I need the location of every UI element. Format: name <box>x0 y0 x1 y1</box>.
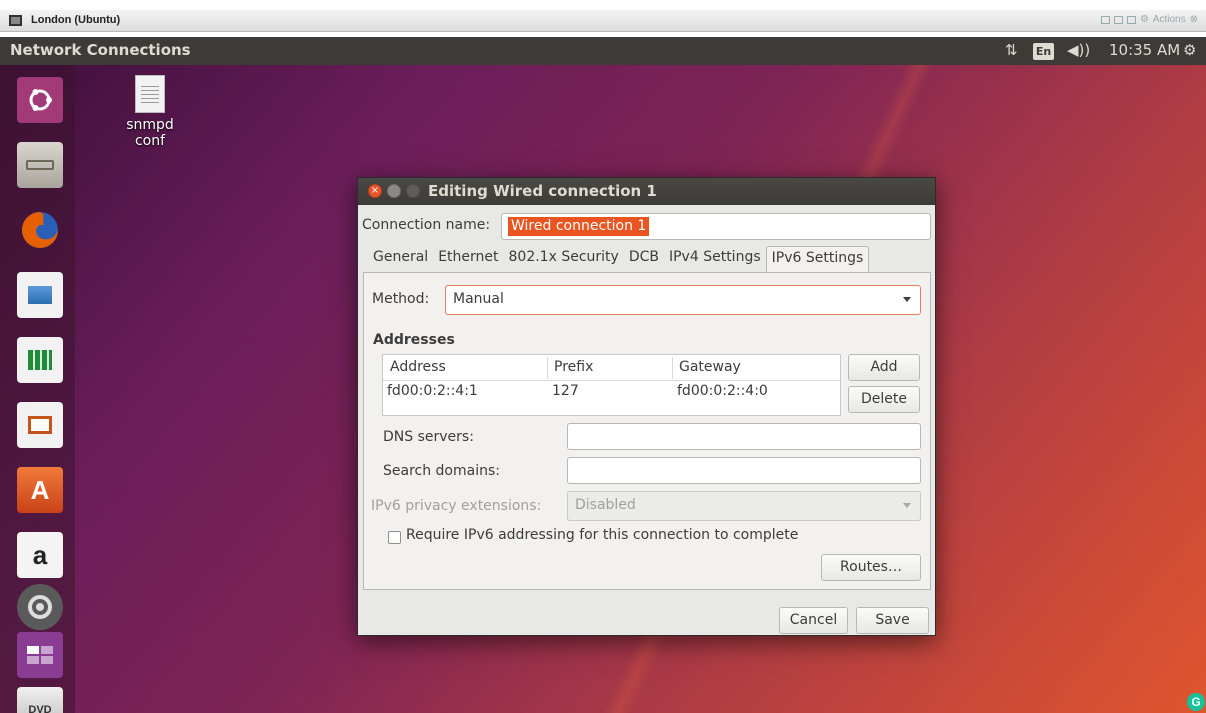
maximize-icon[interactable] <box>406 184 420 198</box>
gateway-cell[interactable]: fd00:0:2::4:0 <box>677 383 768 399</box>
delete-address-button[interactable]: Delete <box>848 386 920 413</box>
tab-ipv6-settings[interactable]: IPv6 Settings <box>765 246 870 273</box>
panel-app-title: Network Connections <box>10 41 191 59</box>
require-ipv6-label[interactable]: Require IPv6 addressing for this connect… <box>406 527 798 543</box>
dns-servers-field[interactable] <box>567 423 921 450</box>
grammarly-icon[interactable]: G <box>1187 693 1205 711</box>
search-domains-label: Search domains: <box>383 463 500 479</box>
gear-icon[interactable]: ⚙ <box>1140 14 1149 25</box>
file-cabinet-icon <box>17 142 63 188</box>
launcher-dash[interactable] <box>10 70 70 130</box>
addresses-table[interactable]: Address Prefix Gateway fd00:0:2::4:1 127… <box>382 354 841 416</box>
minimize-icon[interactable] <box>387 184 401 198</box>
volume-icon[interactable]: ◀)) <box>1067 41 1090 59</box>
tab-dcb[interactable]: DCB <box>624 246 664 273</box>
addresses-table-header: Address Prefix Gateway <box>383 355 840 381</box>
search-domains-field[interactable] <box>567 457 921 484</box>
launcher: A a DVD <box>0 65 75 713</box>
address-cell[interactable]: fd00:0:2::4:1 <box>387 383 478 399</box>
software-center-icon: A <box>17 467 63 513</box>
dns-servers-label: DNS servers: <box>383 429 474 445</box>
vm-window-icon[interactable] <box>1113 15 1123 24</box>
close-icon[interactable]: × <box>368 184 382 198</box>
libreoffice-calc-icon <box>17 337 63 383</box>
network-arrows-icon[interactable]: ⇅ <box>1005 41 1018 59</box>
launcher-workspace-switcher[interactable] <box>10 625 70 685</box>
dvd-drive-icon: DVD <box>17 687 63 713</box>
launcher-dvd[interactable]: DVD <box>10 680 70 713</box>
desktop-file-label: snmpd conf <box>126 117 174 149</box>
settings-tabs: General Ethernet 802.1x Security DCB IPv… <box>368 246 870 273</box>
chevron-down-icon <box>903 297 911 302</box>
text-file-icon <box>135 75 165 113</box>
firefox-icon <box>17 207 63 253</box>
save-button[interactable]: Save <box>856 607 929 634</box>
power-gear-icon[interactable]: ⚙ <box>1183 41 1196 59</box>
method-value: Manual <box>453 291 504 307</box>
tab-8021x-security[interactable]: 802.1x Security <box>504 246 624 273</box>
launcher-firefox[interactable] <box>10 200 70 260</box>
vm-restore-icon[interactable] <box>1100 15 1110 24</box>
vm-fullscreen-icon[interactable] <box>1126 15 1136 24</box>
routes-button[interactable]: Routes… <box>821 554 921 581</box>
connection-name-field[interactable]: Wired connection 1 <box>501 213 931 240</box>
top-panel: Network Connections ⇅ En ◀)) 10:35 AM ⚙ <box>0 37 1206 65</box>
prefix-cell[interactable]: 127 <box>552 383 579 399</box>
dialog-title: Editing Wired connection 1 <box>428 182 657 200</box>
system-settings-icon <box>17 584 63 630</box>
panel-clock[interactable]: 10:35 AM <box>1109 41 1180 59</box>
workspace-switcher-icon <box>17 632 63 678</box>
amazon-icon: a <box>17 532 63 578</box>
privacy-extensions-value: Disabled <box>575 497 636 513</box>
column-divider <box>672 357 673 379</box>
keyboard-layout-indicator[interactable]: En <box>1033 43 1054 60</box>
ubuntu-dash-icon <box>17 77 63 123</box>
column-header-gateway[interactable]: Gateway <box>679 359 741 375</box>
edit-connection-dialog: × Editing Wired connection 1 Connection … <box>357 177 936 636</box>
addresses-heading: Addresses <box>373 332 455 348</box>
column-header-prefix[interactable]: Prefix <box>554 359 593 375</box>
vm-title: London (Ubuntu) <box>31 14 121 26</box>
libreoffice-impress-icon <box>17 402 63 448</box>
launcher-amazon[interactable]: a <box>10 525 70 585</box>
vm-close-icon[interactable]: ⊗ <box>1190 14 1198 25</box>
vm-monitor-icon <box>9 15 22 26</box>
connection-name-label: Connection name: <box>362 217 491 233</box>
privacy-extensions-label: IPv6 privacy extensions: <box>371 498 542 514</box>
launcher-impress[interactable] <box>10 395 70 455</box>
vm-title-bar: London (Ubuntu) ⚙ Actions ⊗ <box>0 10 1206 32</box>
libreoffice-writer-icon <box>17 272 63 318</box>
launcher-writer[interactable] <box>10 265 70 325</box>
launcher-calc[interactable] <box>10 330 70 390</box>
tab-ethernet[interactable]: Ethernet <box>433 246 503 273</box>
add-address-button[interactable]: Add <box>848 354 920 381</box>
launcher-files[interactable] <box>10 135 70 195</box>
method-select[interactable]: Manual <box>445 285 921 315</box>
require-ipv6-checkbox[interactable] <box>388 531 401 544</box>
launcher-software-center[interactable]: A <box>10 460 70 520</box>
tab-ipv4-settings[interactable]: IPv4 Settings <box>664 246 766 273</box>
ipv6-settings-page: Method: Manual Addresses Address Prefix … <box>363 272 931 590</box>
column-header-address[interactable]: Address <box>390 359 446 375</box>
vm-controls: ⚙ Actions ⊗ <box>1100 14 1198 25</box>
vm-actions-menu[interactable]: Actions <box>1153 14 1186 25</box>
cancel-button[interactable]: Cancel <box>779 607 848 634</box>
connection-name-value: Wired connection 1 <box>508 217 650 236</box>
column-divider <box>547 357 548 379</box>
chevron-down-icon <box>903 503 911 508</box>
method-label: Method: <box>372 291 430 307</box>
desktop-file-snmpd-conf[interactable]: snmpd conf <box>110 75 190 149</box>
tab-general[interactable]: General <box>368 246 433 273</box>
privacy-extensions-select: Disabled <box>567 491 921 521</box>
dialog-titlebar[interactable]: × Editing Wired connection 1 <box>358 178 935 205</box>
